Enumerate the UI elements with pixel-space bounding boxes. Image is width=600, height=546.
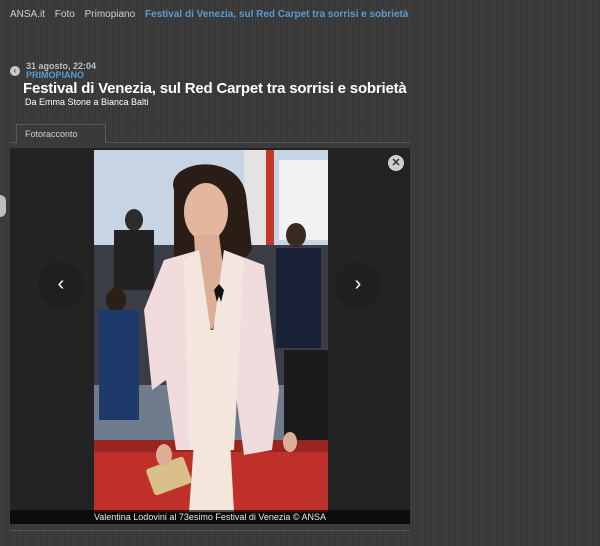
photo-caption: Valentina Lodovini al 73esimo Festival d… [10, 510, 410, 524]
back-arrow-icon[interactable]: ‹ [10, 66, 20, 76]
page-title: Festival di Venezia, sul Red Carpet tra … [23, 80, 407, 97]
breadcrumb-item-ansa[interactable]: ANSA.it [10, 9, 45, 20]
tab-fotoracconto[interactable]: Fotoracconto [16, 124, 106, 143]
close-icon: ✕ [391, 157, 401, 169]
close-gallery-button[interactable]: ✕ [388, 155, 404, 171]
breadcrumb: ANSA.it Foto Primopiano Festival di Vene… [10, 9, 415, 20]
article-category[interactable]: PRIMOPIANO [26, 70, 84, 80]
bottom-divider [10, 530, 410, 531]
previous-photo-button[interactable]: ‹ [38, 262, 84, 308]
article-subtitle: Da Emma Stone a Bianca Balti [25, 97, 149, 107]
chevron-left-icon: ‹ [57, 273, 65, 295]
side-handle[interactable] [0, 195, 6, 217]
next-photo-button[interactable]: › [335, 262, 381, 308]
gallery-photo [94, 150, 328, 512]
chevron-right-icon: › [354, 273, 362, 295]
breadcrumb-current: Festival di Venezia, sul Red Carpet tra … [144, 9, 409, 20]
breadcrumb-item-foto[interactable]: Foto [55, 9, 75, 20]
breadcrumb-item-primopiano[interactable]: Primopiano [85, 9, 136, 20]
